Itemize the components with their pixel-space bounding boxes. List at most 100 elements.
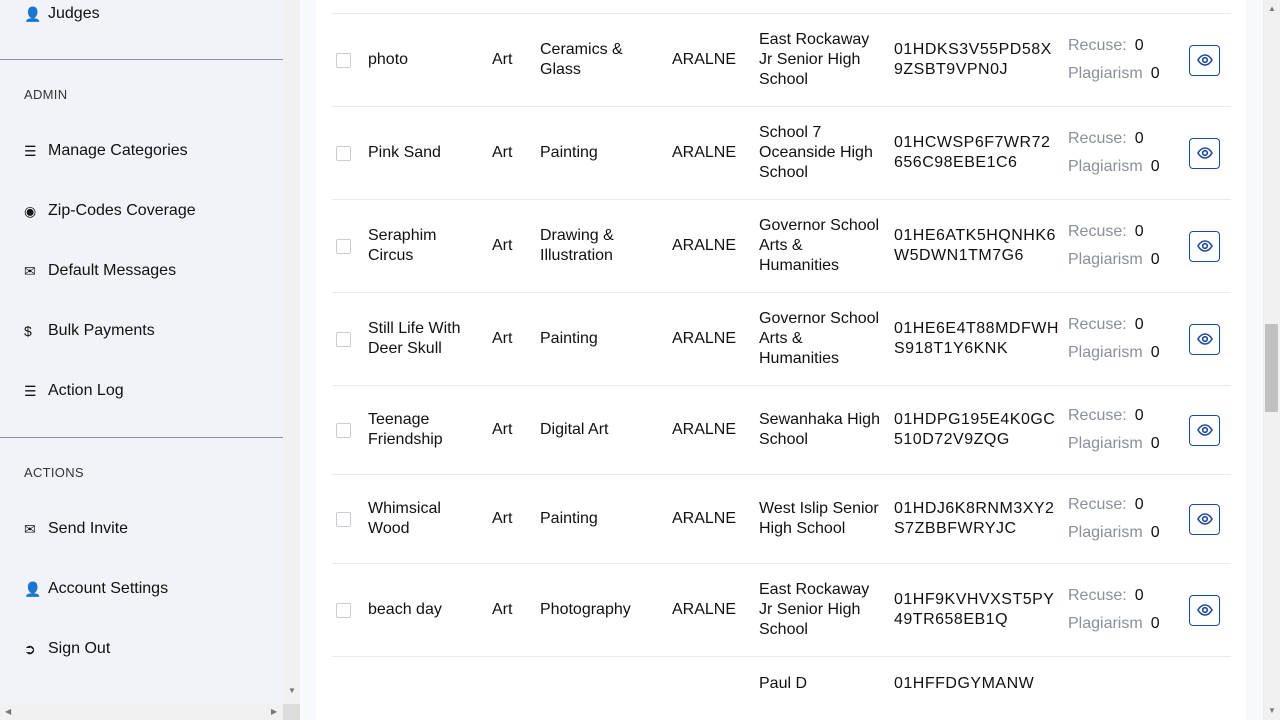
actions-heading: ACTIONS — [24, 465, 84, 480]
table-row: Teenage Friendship Art Digital Art ARALN… — [332, 385, 1231, 474]
sidebar-item-label: Zip-Codes Coverage — [48, 202, 196, 219]
title-cell: Teenage Friendship — [368, 411, 443, 448]
plagiarism-count: 0 — [1150, 615, 1160, 632]
row-checkbox[interactable] — [336, 52, 351, 68]
view-button[interactable] — [1189, 594, 1220, 626]
sidebar-item-action-log[interactable]: ☰ Action Log — [24, 379, 124, 403]
recuse-label: Recuse: — [1068, 130, 1127, 147]
plagiarism-label: Plagiarism — [1068, 615, 1143, 632]
category-cell: Painting — [540, 144, 598, 161]
recuse-label: Recuse: — [1068, 316, 1127, 333]
table-row: Pink Sand Art Painting ARALNE School 7 O… — [332, 106, 1231, 199]
view-button[interactable] — [1189, 414, 1220, 446]
sidebar-item-send-invite[interactable]: ✉ Send Invite — [24, 517, 128, 541]
code-cell: ARALNE — [672, 601, 737, 618]
recuse-label: Recuse: — [1068, 407, 1127, 424]
submissions-table: photo Art Ceramics & Glass ARALNE East R… — [332, 13, 1231, 720]
view-button[interactable] — [1189, 230, 1220, 262]
id-cell: 01HE6E4T88MDFWHS918T1Y6KNK — [894, 320, 1059, 357]
category-cell: Drawing & Illustration — [540, 227, 614, 264]
row-checkbox[interactable] — [336, 331, 351, 347]
plagiarism-count: 0 — [1150, 65, 1160, 82]
plagiarism-count: 0 — [1150, 158, 1160, 175]
division-cell: Art — [492, 51, 513, 68]
sidebar-item-label: Sign Out — [48, 640, 111, 657]
category-cell: Painting — [540, 510, 598, 527]
id-cell: 01HDJ6K8RNM3XY2S7ZBBFWRYJC — [894, 500, 1055, 537]
id-cell: 01HDKS3V55PD58X9ZSBT9VPN0J — [894, 41, 1052, 78]
sidebar-scrollbar[interactable]: ▼ — [283, 0, 300, 704]
table-row: Paul D 01HFFDGYMANW — [332, 656, 1231, 720]
code-cell: ARALNE — [672, 237, 737, 254]
recuse-label: Recuse: — [1068, 37, 1127, 54]
sidebar-item-sign-out[interactable]: ➲ Sign Out — [24, 637, 110, 661]
recuse-label: Recuse: — [1068, 587, 1127, 604]
plagiarism-label: Plagiarism — [1068, 344, 1143, 361]
title-cell: Still Life With Deer Skull — [368, 320, 461, 357]
view-button[interactable] — [1189, 137, 1220, 169]
sidebar-horizontal-scrollbar[interactable]: ◀ ▶ — [0, 704, 283, 720]
view-button[interactable] — [1189, 44, 1220, 76]
sidebar-item-zip-codes-coverage[interactable]: ◉ Zip-Codes Coverage — [24, 199, 196, 223]
eye-icon — [1196, 513, 1213, 525]
plagiarism-label: Plagiarism — [1068, 158, 1143, 175]
code-cell: ARALNE — [672, 421, 737, 438]
recuse-count: 0 — [1134, 587, 1144, 604]
id-cell: 01HF9KVHVXST5PY49TR658EB1Q — [894, 591, 1055, 628]
division-cell: Art — [492, 237, 513, 254]
divider — [0, 59, 283, 60]
category-cell: Painting — [540, 330, 598, 347]
table-row: Whimsical Wood Art Painting ARALNE West … — [332, 474, 1231, 563]
sidebar-item-judges[interactable]: 👤 Judges — [24, 2, 100, 26]
recuse-count: 0 — [1134, 496, 1144, 513]
sidebar-item-label: Bulk Payments — [48, 322, 155, 339]
flags-cell: Recuse: 0 Plagiarism 0 — [1068, 32, 1160, 88]
eye-icon — [1196, 333, 1213, 345]
sidebar-item-account-settings[interactable]: 👤 Account Settings — [24, 577, 168, 601]
recuse-count: 0 — [1134, 223, 1144, 240]
title-cell: Seraphim Circus — [368, 227, 437, 264]
scrollbar-corner — [283, 704, 300, 720]
view-button[interactable] — [1189, 323, 1220, 355]
sidebar-item-bulk-payments[interactable]: $ Bulk Payments — [24, 319, 155, 343]
sidebar-item-manage-categories[interactable]: ☰ Manage Categories — [24, 139, 188, 163]
divider — [0, 437, 283, 438]
eye-icon — [1196, 240, 1213, 252]
row-checkbox[interactable] — [336, 602, 351, 618]
plagiarism-count: 0 — [1150, 344, 1160, 361]
plagiarism-count: 0 — [1150, 251, 1160, 268]
plagiarism-label: Plagiarism — [1068, 435, 1143, 452]
title-cell: Pink Sand — [368, 144, 441, 161]
flags-cell: Recuse: 0 Plagiarism 0 — [1068, 311, 1160, 367]
recuse-count: 0 — [1134, 316, 1144, 333]
flags-cell: Recuse: 0 Plagiarism 0 — [1068, 582, 1160, 638]
flags-cell: Recuse: 0 Plagiarism 0 — [1068, 491, 1160, 547]
view-button[interactable] — [1189, 503, 1220, 535]
row-checkbox[interactable] — [336, 238, 351, 254]
eye-icon — [1196, 604, 1213, 616]
school-cell: Governor School Arts & Humanities — [759, 217, 880, 274]
eye-icon — [1196, 54, 1213, 66]
list-icon: ☰ — [24, 382, 37, 399]
division-cell: Art — [492, 421, 513, 438]
row-checkbox[interactable] — [336, 422, 351, 438]
eye-icon — [1196, 147, 1213, 159]
school-cell: Paul D — [759, 675, 808, 692]
page-scrollbar-thumb[interactable] — [1265, 324, 1278, 412]
category-cell: Digital Art — [540, 421, 609, 438]
code-cell: ARALNE — [672, 510, 737, 527]
school-cell: Governor School Arts & Humanities — [759, 310, 880, 367]
row-checkbox[interactable] — [336, 145, 351, 161]
sidebar-item-label: Account Settings — [48, 580, 169, 597]
row-checkbox[interactable] — [336, 511, 351, 527]
division-cell: Art — [492, 330, 513, 347]
category-cell: Photography — [540, 601, 631, 618]
sidebar-item-default-messages[interactable]: ✉ Default Messages — [24, 259, 176, 283]
sidebar: 👤 Judges ADMIN ☰ Manage Categories ◉ Zip… — [0, 0, 283, 704]
dollar-icon: $ — [24, 323, 32, 339]
id-cell: 01HFFDGYMANW — [894, 675, 1035, 692]
sidebar-item-label: Manage Categories — [48, 142, 188, 159]
envelope-icon: ✉ — [24, 262, 36, 279]
envelope-icon: ✉ — [24, 520, 36, 537]
user-icon: 👤 — [24, 580, 42, 597]
